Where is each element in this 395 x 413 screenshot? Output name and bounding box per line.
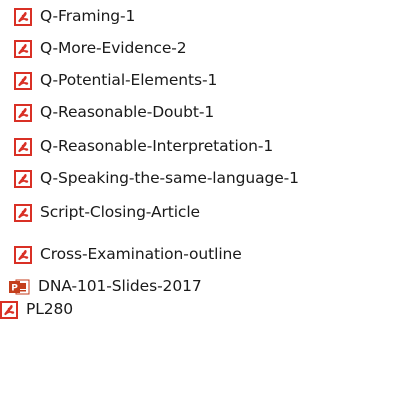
file-name: Script-Closing-Article bbox=[40, 203, 200, 222]
file-item-q-more-evidence-2[interactable]: Q-More-Evidence-2 bbox=[14, 36, 187, 62]
file-name: Q-More-Evidence-2 bbox=[40, 39, 187, 58]
pdf-icon bbox=[14, 8, 32, 26]
file-item-cross-examination-outline[interactable]: Cross-Examination-outline bbox=[14, 242, 242, 268]
file-item-q-reasonable-doubt-1[interactable]: Q-Reasonable-Doubt-1 bbox=[14, 100, 214, 126]
pdf-icon bbox=[14, 138, 32, 156]
powerpoint-icon: P bbox=[8, 278, 30, 296]
file-item-q-potential-elements-1[interactable]: Q-Potential-Elements-1 bbox=[14, 68, 217, 94]
file-name: Cross-Examination-outline bbox=[40, 245, 242, 264]
file-item-pl280[interactable]: PL280 bbox=[0, 297, 73, 323]
file-name: PL280 bbox=[26, 300, 74, 319]
file-list: Q-Framing-1 Q-More-Evidence-2 Q-Potentia… bbox=[0, 0, 395, 413]
file-name: Q-Reasonable-Interpretation-1 bbox=[40, 137, 274, 156]
pdf-icon bbox=[14, 104, 32, 122]
pdf-icon bbox=[14, 170, 32, 188]
pdf-icon bbox=[14, 72, 32, 90]
pdf-icon bbox=[14, 246, 32, 264]
file-item-q-framing-1[interactable]: Q-Framing-1 bbox=[14, 4, 135, 30]
pdf-icon bbox=[14, 40, 32, 58]
file-item-q-speaking-the-same-language-1[interactable]: Q-Speaking-the-same-language-1 bbox=[14, 166, 299, 192]
file-item-q-reasonable-interpretation-1[interactable]: Q-Reasonable-Interpretation-1 bbox=[14, 134, 273, 160]
file-name: Q-Framing-1 bbox=[40, 7, 136, 26]
file-name: Q-Reasonable-Doubt-1 bbox=[40, 103, 215, 122]
svg-text:P: P bbox=[11, 284, 18, 294]
file-item-script-closing-article[interactable]: Script-Closing-Article bbox=[14, 200, 200, 226]
pdf-icon bbox=[14, 204, 32, 222]
file-name: DNA-101-Slides-2017 bbox=[38, 277, 202, 296]
file-name: Q-Potential-Elements-1 bbox=[40, 71, 218, 90]
file-name: Q-Speaking-the-same-language-1 bbox=[40, 169, 299, 188]
pdf-icon bbox=[0, 301, 18, 319]
